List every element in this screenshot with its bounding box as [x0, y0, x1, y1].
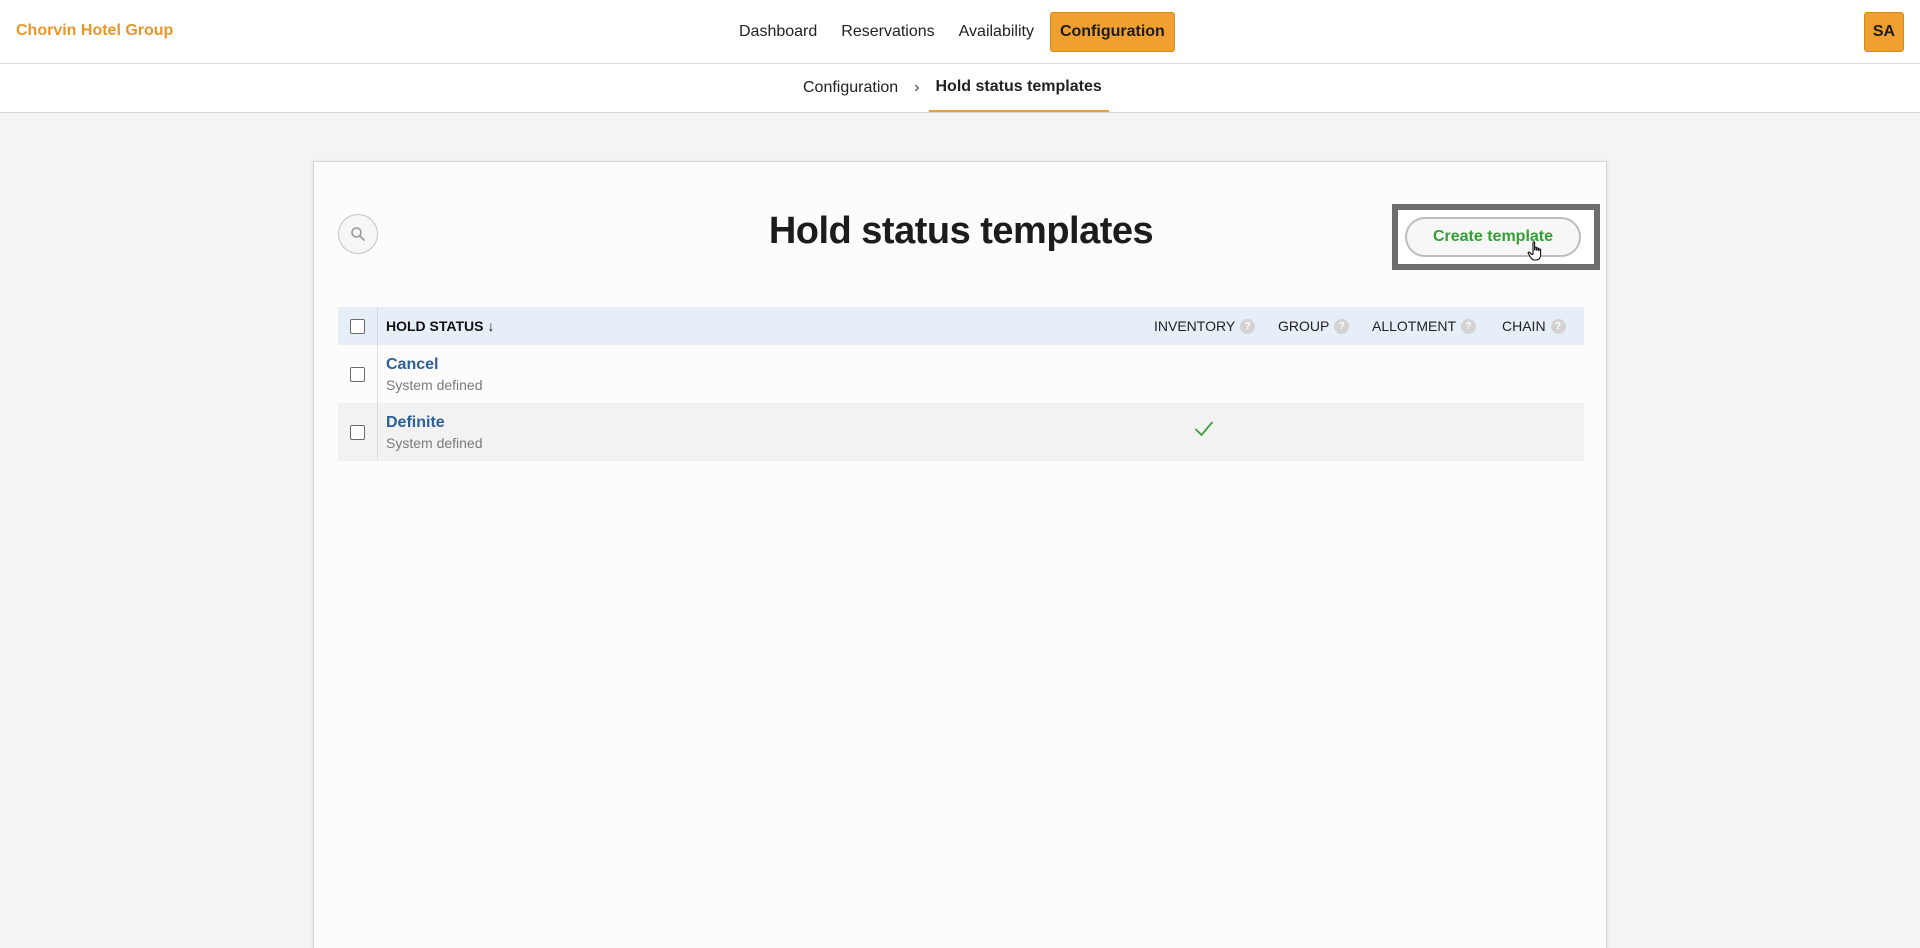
select-all-checkbox[interactable]	[350, 318, 365, 334]
column-header-allotment: ALLOTMENT ?	[1372, 307, 1477, 345]
column-header-group: GROUP ?	[1278, 307, 1350, 345]
checkmark-icon	[1195, 421, 1213, 436]
table-row[interactable]: Cancel System defined	[338, 345, 1584, 403]
row-checkbox-cell	[338, 345, 378, 403]
sort-arrow-down-icon: ↓	[487, 318, 495, 334]
column-header-chain: CHAIN ?	[1502, 307, 1566, 345]
row-text: Definite System defined	[386, 414, 483, 451]
allotment-help-icon[interactable]: ?	[1461, 318, 1477, 334]
row-checkbox[interactable]	[350, 366, 365, 382]
inventory-label: INVENTORY	[1154, 318, 1236, 334]
chain-help-icon[interactable]: ?	[1550, 318, 1566, 334]
top-navigation-bar: Chorvin Hotel Group Dashboard Reservatio…	[0, 0, 1920, 64]
select-all-cell	[338, 307, 378, 345]
breadcrumb-configuration[interactable]: Configuration	[803, 79, 898, 97]
column-header-inventory: INVENTORY ?	[1154, 307, 1256, 345]
inventory-help-icon[interactable]: ?	[1240, 318, 1256, 334]
hold-status-label: HOLD STATUS	[386, 318, 484, 334]
chain-label: CHAIN	[1502, 318, 1546, 334]
templates-card: Hold status templates Create template HO…	[313, 161, 1607, 948]
hold-status-name[interactable]: Cancel	[386, 356, 483, 374]
table-header: HOLD STATUS ↓ INVENTORY ? GROUP ? ALLOTM…	[338, 307, 1584, 345]
hold-status-subtitle: System defined	[386, 434, 483, 451]
row-checkbox-cell	[338, 403, 378, 461]
breadcrumb-current[interactable]: Hold status templates	[928, 64, 1109, 112]
row-text: Cancel System defined	[386, 356, 483, 393]
hold-status-table: HOLD STATUS ↓ INVENTORY ? GROUP ? ALLOTM…	[338, 307, 1584, 461]
brand-name[interactable]: Chorvin Hotel Group	[16, 22, 173, 40]
create-template-highlight: Create template	[1392, 204, 1600, 270]
nav-configuration[interactable]: Configuration	[1049, 12, 1175, 52]
user-avatar[interactable]: SA	[1864, 12, 1904, 52]
column-header-hold-status[interactable]: HOLD STATUS ↓	[386, 318, 494, 334]
breadcrumb: Configuration › Hold status templates	[803, 64, 1109, 112]
breadcrumb-separator: ›	[914, 79, 920, 96]
nav-dashboard[interactable]: Dashboard	[727, 12, 829, 52]
nav-availability[interactable]: Availability	[947, 12, 1046, 52]
create-template-button[interactable]: Create template	[1405, 217, 1581, 257]
breadcrumb-bar: Configuration › Hold status templates	[0, 64, 1920, 113]
group-help-icon[interactable]: ?	[1334, 318, 1350, 334]
group-label: GROUP	[1278, 318, 1330, 334]
table-row[interactable]: Definite System defined	[338, 403, 1584, 461]
nav-reservations[interactable]: Reservations	[829, 12, 946, 52]
hand-cursor-icon	[1527, 241, 1542, 261]
hold-status-name[interactable]: Definite	[386, 414, 483, 432]
main-nav: Dashboard Reservations Availability Conf…	[727, 12, 1175, 52]
row-checkbox[interactable]	[350, 424, 365, 440]
allotment-label: ALLOTMENT	[1372, 318, 1457, 334]
hold-status-subtitle: System defined	[386, 376, 483, 393]
